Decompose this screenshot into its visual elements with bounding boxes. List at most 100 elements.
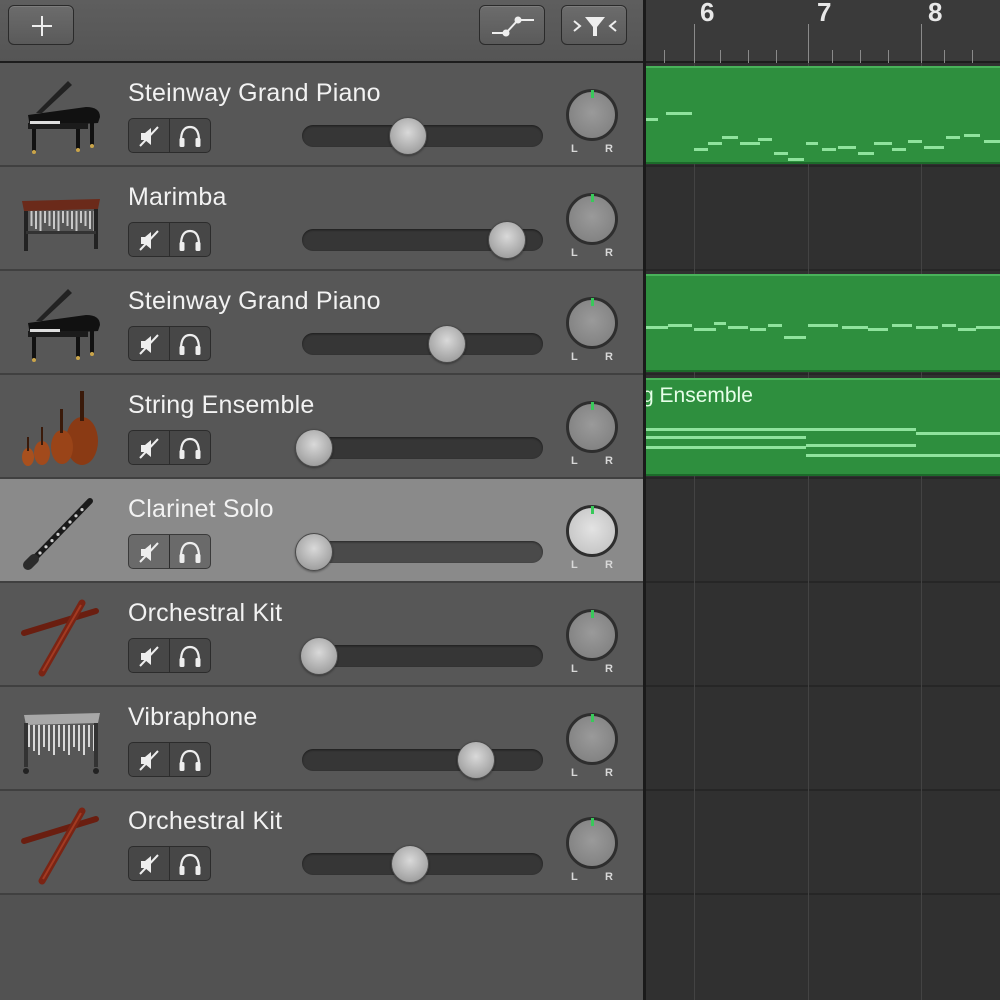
mute-button[interactable] <box>129 223 170 256</box>
add-track-button[interactable] <box>8 5 74 45</box>
volume-slider[interactable] <box>295 533 543 571</box>
volume-slider[interactable] <box>302 117 543 155</box>
pan-knob[interactable]: L R <box>564 713 620 781</box>
track-header[interactable]: Steinway Grand Piano L R <box>0 271 643 375</box>
pan-knob[interactable]: L R <box>564 193 620 261</box>
solo-button[interactable] <box>170 847 211 880</box>
arrangement-area[interactable]: 6 7 8 g Ensemble <box>646 0 1000 1000</box>
ruler-beat-tick <box>888 50 889 63</box>
solo-button[interactable] <box>170 639 211 672</box>
track-header-pane: Steinway Grand Piano L R Marimba L R Ste… <box>0 0 643 1000</box>
track-lane[interactable] <box>646 479 1000 583</box>
track-name[interactable]: String Ensemble <box>128 391 314 420</box>
pan-right-label: R <box>605 871 613 883</box>
headphones-icon <box>179 645 200 667</box>
mute-button[interactable] <box>129 431 170 464</box>
track-lane[interactable] <box>646 687 1000 791</box>
solo-button[interactable] <box>170 223 211 256</box>
bar-number: 8 <box>928 0 943 27</box>
pan-knob[interactable]: L R <box>564 817 620 885</box>
volume-slider-handle[interactable] <box>295 533 334 571</box>
mute-button[interactable] <box>129 639 170 672</box>
pan-indicator <box>591 506 594 514</box>
volume-slider-handle[interactable] <box>299 637 338 675</box>
midi-region[interactable]: g Ensemble <box>646 378 1000 476</box>
pan-right-label: R <box>605 767 613 779</box>
volume-slider[interactable] <box>295 429 543 467</box>
marimba-icon <box>16 181 108 261</box>
track-name[interactable]: Steinway Grand Piano <box>128 79 381 108</box>
headphones-icon <box>179 853 200 875</box>
volume-slider-handle[interactable] <box>391 845 430 883</box>
mute-button[interactable] <box>129 119 170 152</box>
pan-knob[interactable]: L R <box>564 89 620 157</box>
midi-region[interactable] <box>646 274 1000 372</box>
track-lane[interactable] <box>646 167 1000 271</box>
track-lane[interactable] <box>646 583 1000 687</box>
volume-slider-handle[interactable] <box>389 117 428 155</box>
volume-slider[interactable] <box>302 221 543 259</box>
midi-note <box>806 142 818 145</box>
ruler-bar-tick <box>921 24 922 63</box>
pan-right-label: R <box>605 455 613 467</box>
track-header[interactable]: String Ensemble L R <box>0 375 643 479</box>
track-name[interactable]: Marimba <box>128 183 227 212</box>
solo-button[interactable] <box>170 431 211 464</box>
midi-note <box>722 136 738 139</box>
headphones-icon <box>179 437 200 459</box>
volume-slider[interactable] <box>302 325 543 363</box>
mute-button[interactable] <box>129 847 170 880</box>
track-header[interactable]: Clarinet Solo L R <box>0 479 643 583</box>
ruler-beat-tick <box>720 50 721 63</box>
mute-solo-group <box>128 846 211 881</box>
track-name[interactable]: Vibraphone <box>128 703 257 732</box>
mute-button[interactable] <box>129 743 170 776</box>
volume-slider[interactable] <box>299 637 543 675</box>
pan-knob[interactable]: L R <box>564 505 620 573</box>
midi-note <box>646 436 806 439</box>
midi-note <box>784 336 806 339</box>
track-name[interactable]: Clarinet Solo <box>128 495 274 524</box>
midi-note <box>728 326 748 329</box>
volume-slider[interactable] <box>302 845 543 883</box>
track-header[interactable]: Marimba L R <box>0 167 643 271</box>
track-header[interactable]: Steinway Grand Piano L R <box>0 63 643 167</box>
volume-slider-handle[interactable] <box>456 741 495 779</box>
track-name[interactable]: Orchestral Kit <box>128 599 282 628</box>
volume-slider[interactable] <box>302 741 543 779</box>
vibraphone-icon <box>16 701 108 781</box>
volume-slider-handle[interactable] <box>487 221 526 259</box>
midi-note <box>958 328 976 331</box>
mute-solo-group <box>128 430 211 465</box>
solo-button[interactable] <box>170 119 211 152</box>
track-lane[interactable] <box>646 791 1000 895</box>
ruler-beat-tick <box>972 50 973 63</box>
solo-button[interactable] <box>170 743 211 776</box>
pan-right-label: R <box>605 351 613 363</box>
volume-slider-handle[interactable] <box>295 429 334 467</box>
midi-region[interactable] <box>646 66 1000 164</box>
pan-knob[interactable]: L R <box>564 609 620 677</box>
pan-knob[interactable]: L R <box>564 297 620 365</box>
smart-controls-button[interactable] <box>561 5 627 45</box>
track-name[interactable]: Orchestral Kit <box>128 807 282 836</box>
automation-button[interactable] <box>479 5 545 45</box>
pan-knob[interactable]: L R <box>564 401 620 469</box>
volume-slider-handle[interactable] <box>427 325 466 363</box>
midi-note <box>646 118 658 121</box>
solo-button[interactable] <box>170 327 211 360</box>
ruler-beat-tick <box>832 50 833 63</box>
track-header[interactable]: Orchestral Kit L R <box>0 791 643 895</box>
mute-solo-group <box>128 742 211 777</box>
mute-button[interactable] <box>129 327 170 360</box>
pan-left-label: L <box>571 663 578 675</box>
solo-button[interactable] <box>170 535 211 568</box>
track-header[interactable]: Orchestral Kit L R <box>0 583 643 687</box>
mute-button[interactable] <box>129 535 170 568</box>
track-name[interactable]: Steinway Grand Piano <box>128 287 381 316</box>
bar-ruler[interactable]: 6 7 8 <box>646 0 1000 63</box>
plus-icon <box>32 16 52 36</box>
midi-note <box>646 428 806 431</box>
track-header[interactable]: Vibraphone L R <box>0 687 643 791</box>
midi-note <box>806 454 916 457</box>
